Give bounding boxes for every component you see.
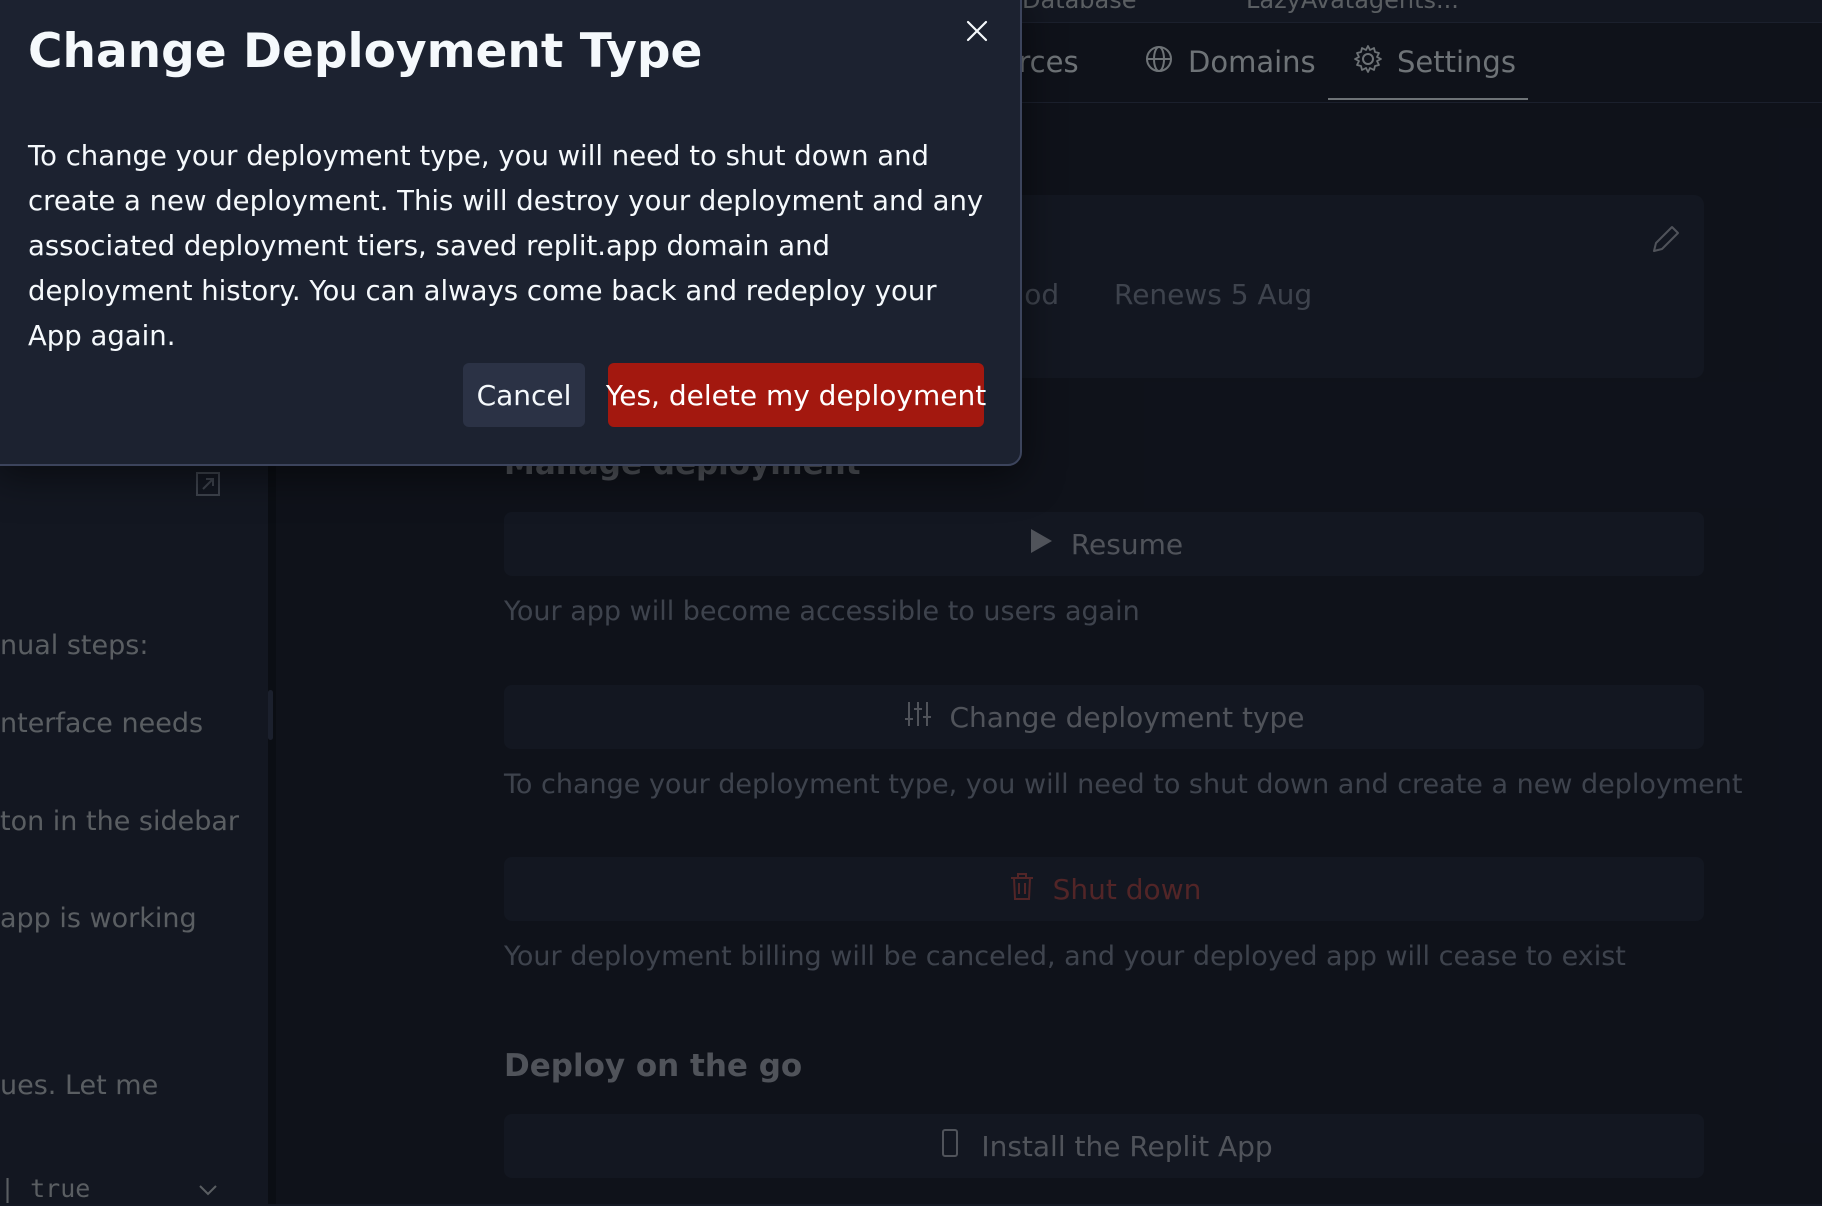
cancel-button[interactable]: Cancel: [463, 363, 585, 427]
close-icon: [966, 20, 988, 46]
change-deployment-type-dialog: Change Deployment Type To change your de…: [0, 0, 1022, 466]
dialog-body-text: To change your deployment type, you will…: [28, 140, 984, 352]
close-button[interactable]: [960, 16, 994, 50]
dialog-title: Change Deployment Type: [28, 24, 703, 79]
confirm-delete-deployment-button[interactable]: Yes, delete my deployment: [606, 363, 986, 427]
